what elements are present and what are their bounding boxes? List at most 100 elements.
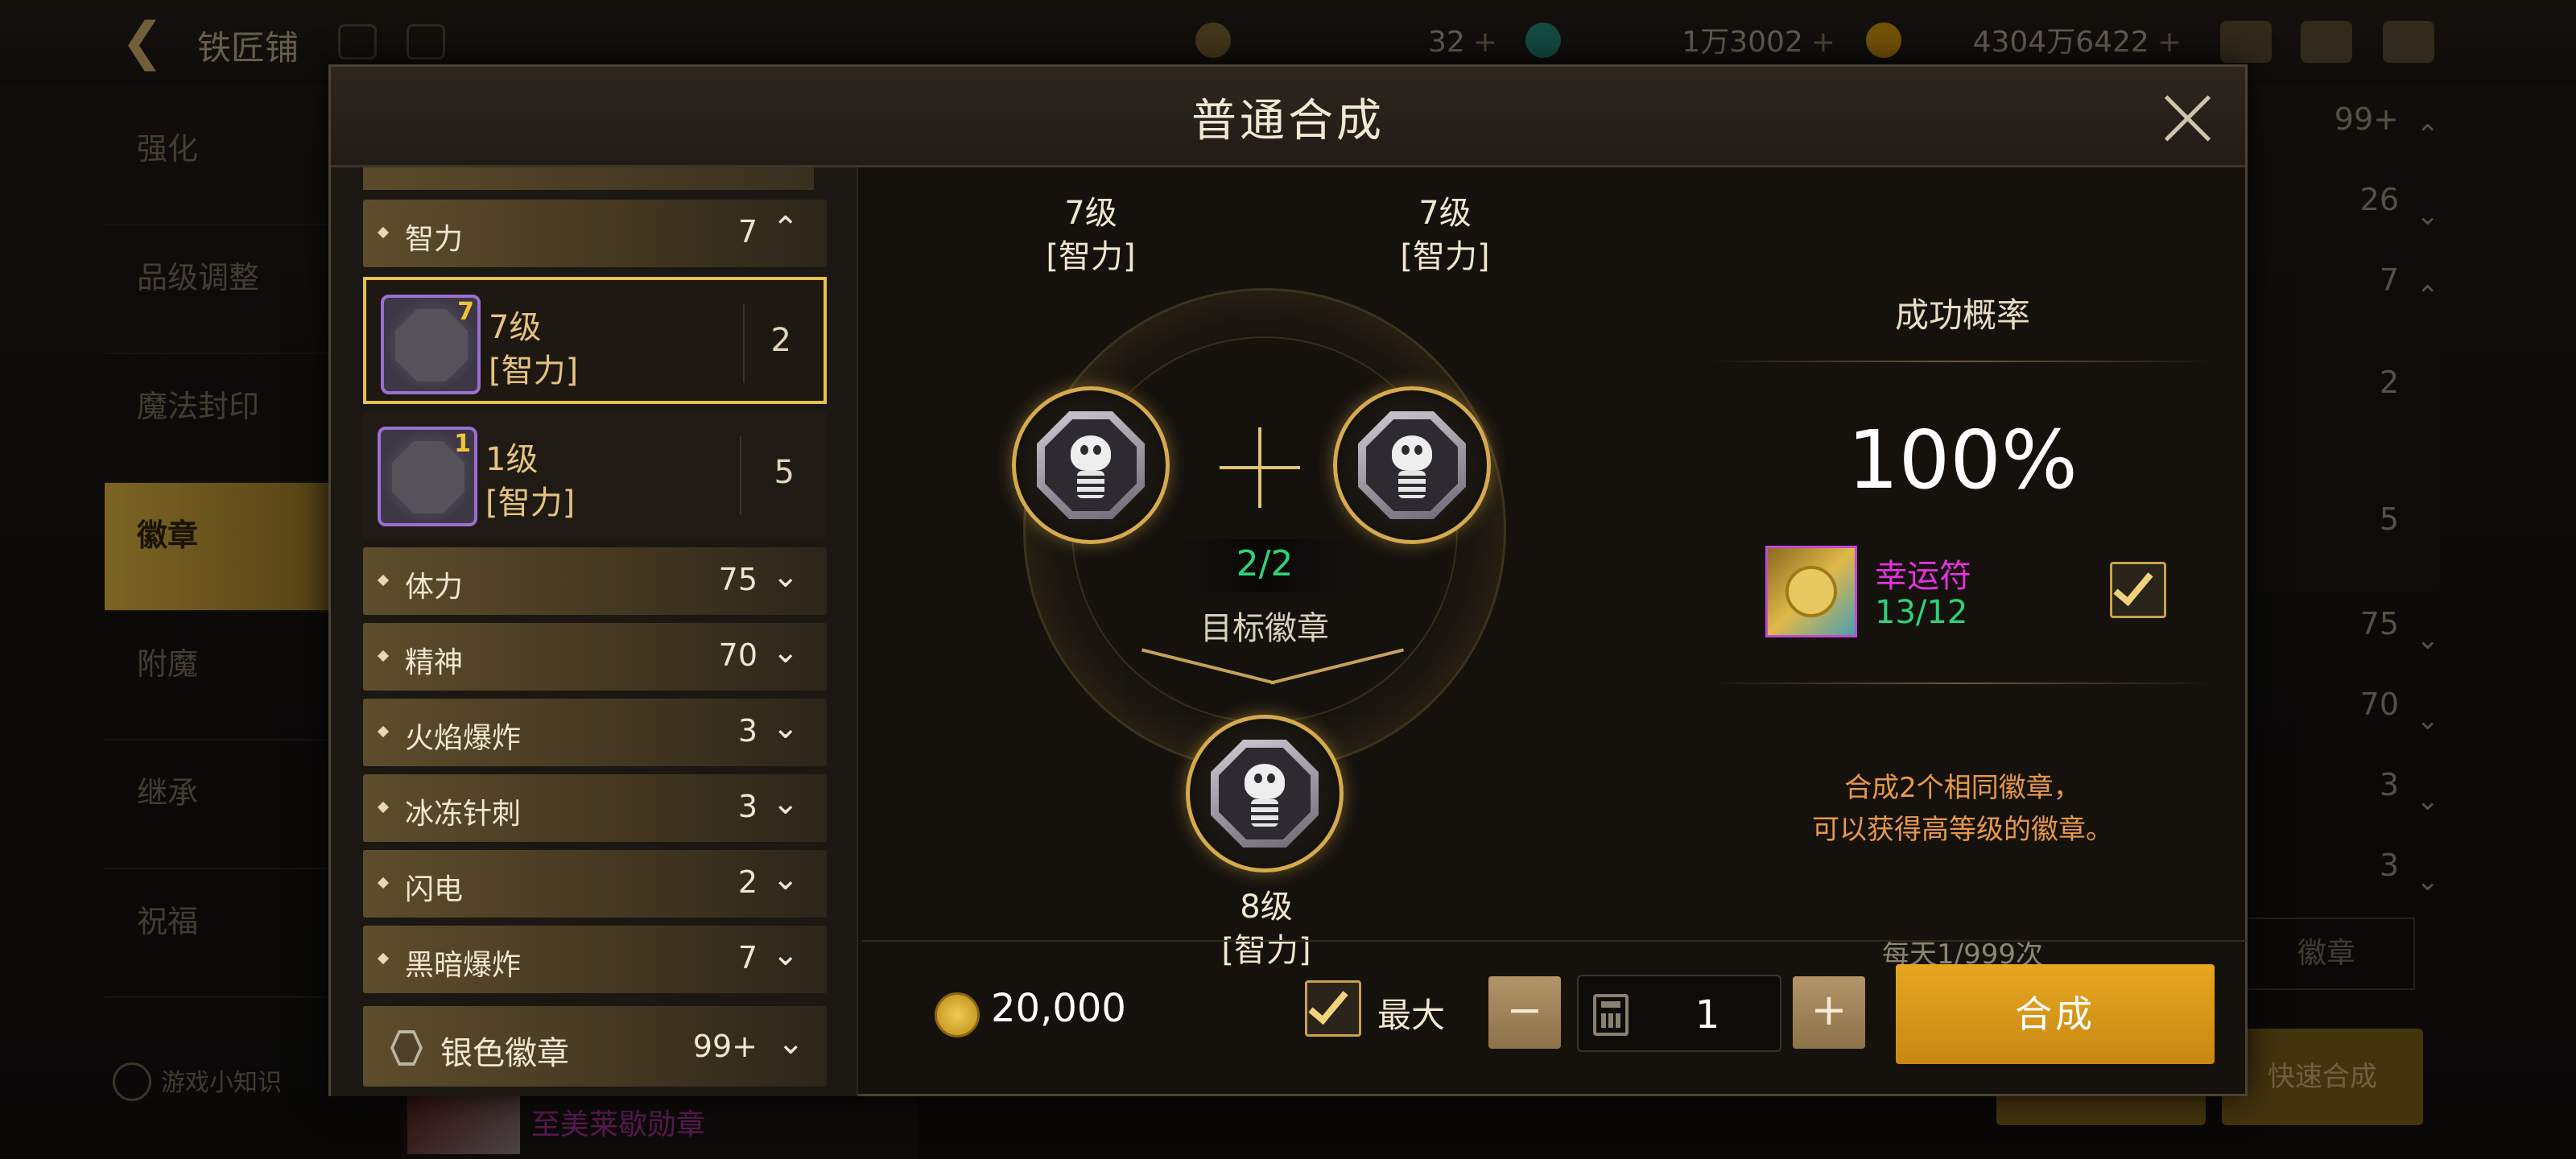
- output-level: 8级: [1240, 889, 1293, 926]
- input-left-level: 7级: [1064, 195, 1117, 232]
- description-line: 可以获得高等级的徽章。: [1812, 814, 2113, 846]
- silver-emblem-group[interactable]: 银色徽章 99+ ⌄: [363, 1006, 827, 1087]
- emblem-thumbnail: 7: [381, 295, 481, 394]
- emblem-item[interactable]: 7 7级 [智力] 2: [363, 277, 827, 404]
- chevron-down-icon: ⌄: [772, 709, 799, 746]
- synthesis-description: 合成2个相同徽章， 可以获得高等级的徽章。: [1675, 767, 2250, 851]
- category-label: 闪电: [405, 873, 464, 906]
- input-right-slot[interactable]: [1333, 386, 1491, 544]
- lucky-charm-icon: [1765, 546, 1857, 637]
- category-count: 3: [737, 789, 758, 824]
- close-icon[interactable]: [2161, 91, 2215, 144]
- emblem-item[interactable]: 1 1级 [智力] 5: [363, 412, 827, 539]
- quantity-value: 1: [1695, 992, 1720, 1037]
- category-lightning[interactable]: 闪电 2 ⌄: [363, 850, 827, 918]
- calculator-icon[interactable]: [1593, 994, 1629, 1036]
- max-label: 最大: [1377, 996, 1446, 1035]
- gold-cost: 20,000: [991, 986, 1126, 1031]
- category-fire[interactable]: 火焰爆炸 3 ⌄: [363, 699, 827, 766]
- synthesis-area: 7级 [智力] 7级 [智力] 2/2 目标徽章 8级 [智力]: [862, 167, 1675, 969]
- craft-modal: 普通合成 智力 7 ⌃ 7 7级 [智力] 2 1 1级 [智力] 5 体力 7…: [328, 64, 2248, 1096]
- quantity-input[interactable]: 1: [1577, 975, 1781, 1052]
- target-label: 目标徽章: [1200, 610, 1329, 647]
- emblem-attr: [智力]: [485, 485, 576, 522]
- bullet-icon: [377, 574, 390, 587]
- check-icon: [1308, 982, 1348, 1025]
- modal-header: 普通合成: [331, 67, 2245, 167]
- emblem-level: 7级: [489, 309, 542, 346]
- category-count: 75: [718, 562, 758, 597]
- chevron-down-icon: ⌄: [777, 1025, 804, 1062]
- emblem-thumbnail: 1: [378, 427, 477, 526]
- category-count: 3: [737, 713, 758, 749]
- category-spirit[interactable]: 精神 70 ⌄: [363, 623, 827, 691]
- divider: [1707, 683, 2215, 684]
- input-right-attr: [智力]: [1400, 238, 1490, 275]
- chevron-down-icon: ⌄: [772, 785, 799, 822]
- bullet-icon: [377, 801, 390, 814]
- output-attr: [智力]: [1221, 932, 1311, 969]
- category-count: 70: [718, 637, 758, 673]
- category-label: 冰冻针刺: [405, 798, 522, 831]
- category-stamina[interactable]: 体力 75 ⌄: [363, 547, 827, 615]
- chevron-down-icon: ⌄: [772, 860, 799, 897]
- craft-button[interactable]: 合成: [1896, 964, 2215, 1064]
- category-label: 体力: [405, 571, 464, 604]
- category-label: 精神: [405, 646, 464, 679]
- category-ice[interactable]: 冰冻针刺 3 ⌄: [363, 774, 827, 842]
- group-label: 银色徽章: [440, 1035, 569, 1072]
- plus-icon: [1220, 427, 1300, 508]
- divider: [743, 304, 745, 383]
- category-dark[interactable]: 黑暗爆炸 7 ⌄: [363, 926, 827, 993]
- success-rate-panel: 成功概率 100% 幸运符 13/12 合成2个相同徽章， 可以获得高等级的徽章…: [1675, 167, 2250, 971]
- input-left-attr: [智力]: [1046, 238, 1136, 275]
- increase-button[interactable]: +: [1793, 976, 1865, 1049]
- footer-divider: [862, 940, 2247, 942]
- category-count: 7: [737, 940, 758, 975]
- skull-emblem-icon: [1245, 764, 1285, 799]
- divider: [740, 436, 741, 515]
- emblem-list: 智力 7 ⌃ 7 7级 [智力] 2 1 1级 [智力] 5 体力 75 ⌄ 精…: [331, 167, 858, 1096]
- input-right-level: 7级: [1418, 195, 1472, 232]
- emblem-level: 1级: [485, 441, 539, 478]
- max-checkbox[interactable]: [1305, 980, 1361, 1037]
- decrease-button[interactable]: −: [1488, 976, 1561, 1049]
- bullet-icon: [377, 952, 390, 965]
- category-count: 7: [737, 214, 758, 250]
- rate-title: 成功概率: [1894, 295, 2030, 335]
- group-count: 99+: [692, 1029, 758, 1064]
- category-label: 智力: [405, 223, 464, 256]
- list-scroll-stub: [363, 167, 814, 190]
- chevron-up-icon: ⌃: [772, 210, 799, 247]
- output-slot[interactable]: [1186, 715, 1344, 872]
- bullet-icon: [377, 725, 390, 738]
- gold-coin-icon: [935, 992, 980, 1037]
- category-count: 2: [737, 864, 758, 900]
- success-rate-value: 100%: [1847, 413, 2078, 507]
- emblem-count: 5: [774, 454, 795, 491]
- category-int[interactable]: 智力 7 ⌃: [363, 200, 827, 267]
- skull-emblem-icon: [1071, 435, 1111, 471]
- charm-name: 幸运符: [1875, 558, 1971, 595]
- material-progress: 2/2: [1236, 543, 1294, 584]
- category-label: 黑暗爆炸: [405, 949, 522, 982]
- check-icon: [2113, 563, 2153, 607]
- skull-emblem-icon: [1392, 435, 1432, 471]
- emblem-attr: [智力]: [489, 353, 579, 390]
- divider: [1707, 361, 2215, 362]
- description-line: 合成2个相同徽章，: [1844, 772, 2081, 804]
- charm-count: 13/12: [1875, 594, 1968, 631]
- emblem-level-badge: 7: [457, 298, 474, 326]
- input-left-slot[interactable]: [1012, 386, 1170, 544]
- use-charm-checkbox[interactable]: [2110, 562, 2166, 618]
- chevron-down-icon: ⌄: [772, 558, 799, 595]
- bullet-icon: [377, 650, 390, 662]
- emblem-level-badge: 1: [454, 430, 471, 458]
- bullet-icon: [377, 876, 390, 889]
- bullet-icon: [377, 226, 390, 239]
- chevron-down-icon: ⌄: [772, 936, 799, 973]
- emblem-count: 2: [770, 322, 791, 359]
- chevron-down-icon: ⌄: [772, 633, 799, 670]
- modal-title: 普通合成: [1191, 95, 1385, 147]
- category-label: 火焰爆炸: [405, 722, 522, 755]
